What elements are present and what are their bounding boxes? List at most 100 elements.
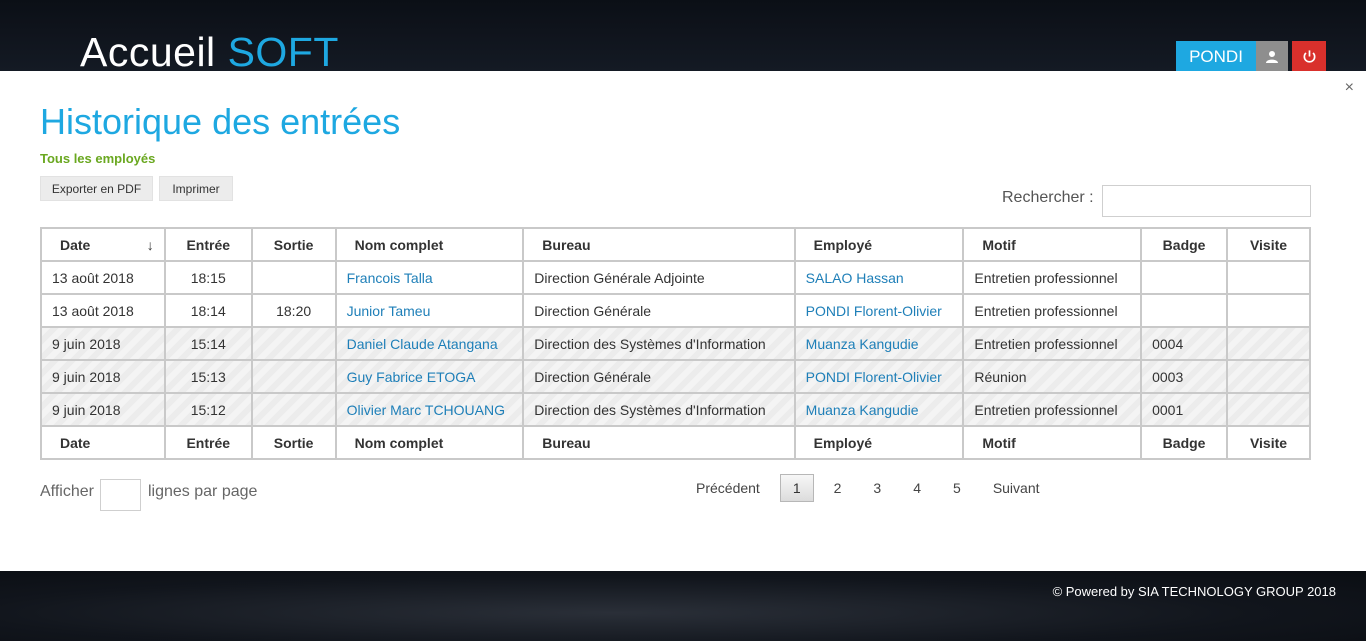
cell-date: 13 août 2018	[40, 260, 166, 295]
entries-table: Date ↓ Entrée Sortie Nom complet Bureau E…	[40, 227, 1311, 460]
cell-date: 9 juin 2018	[40, 326, 166, 361]
cell-bureau: Direction des Systèmes d'Information	[522, 392, 796, 427]
cell-entree: 18:14	[163, 293, 253, 328]
pagination-previous[interactable]: Précédent	[684, 475, 772, 501]
table-row: 9 juin 2018 15:12 Olivier Marc TCHOUANG …	[40, 392, 1311, 427]
pagination-next[interactable]: Suivant	[981, 475, 1052, 501]
col-footer-entree: Entrée	[163, 425, 253, 460]
cell-employe-link[interactable]: PONDI Florent-Olivier	[793, 359, 965, 394]
col-footer-visite: Visite	[1226, 425, 1311, 460]
app-brand: Accueil SOFT	[80, 28, 339, 76]
col-header-date-label: Date	[60, 236, 91, 253]
cell-badge: 0004	[1140, 326, 1229, 361]
cell-sortie	[250, 326, 337, 361]
cell-nom-link[interactable]: Junior Tameu	[334, 293, 525, 328]
brand-part2: SOFT	[227, 29, 339, 75]
search-input[interactable]	[1102, 185, 1311, 217]
table-footer-row: Date Entrée Sortie Nom complet Bureau Em…	[40, 425, 1311, 460]
pagination-page-4[interactable]: 4	[901, 475, 933, 501]
col-header-bureau[interactable]: Bureau	[522, 227, 796, 262]
col-header-sortie[interactable]: Sortie	[250, 227, 337, 262]
user-name-button[interactable]: PONDI	[1176, 41, 1256, 72]
logout-button[interactable]	[1292, 41, 1326, 72]
cell-entree: 15:14	[163, 326, 253, 361]
profile-button[interactable]	[1256, 41, 1288, 72]
cell-employe-link[interactable]: Muanza Kangudie	[793, 326, 965, 361]
pagination-page-2[interactable]: 2	[822, 475, 854, 501]
table-row: 13 août 2018 18:15 Francois Talla Direct…	[40, 260, 1311, 295]
footer-credit: © Powered by SIA TECHNOLOGY GROUP 2018	[1052, 584, 1336, 599]
col-header-badge[interactable]: Badge	[1140, 227, 1229, 262]
cell-badge: 0001	[1140, 392, 1229, 427]
col-header-motif[interactable]: Motif	[962, 227, 1143, 262]
cell-nom-link[interactable]: Guy Fabrice ETOGA	[334, 359, 525, 394]
table-row: 9 juin 2018 15:14 Daniel Claude Atangana…	[40, 326, 1311, 361]
cell-motif: Entretien professionnel	[962, 326, 1143, 361]
col-header-date[interactable]: Date ↓	[40, 227, 166, 262]
show-label: Afficher	[40, 483, 94, 500]
cell-bureau: Direction des Systèmes d'Information	[522, 326, 796, 361]
page-title: Historique des entrées	[40, 101, 401, 142]
sort-down-icon: ↓	[146, 236, 154, 253]
cell-date: 9 juin 2018	[40, 359, 166, 394]
cell-motif: Entretien professionnel	[962, 293, 1143, 328]
rows-per-page-label: lignes par page	[148, 483, 258, 500]
col-header-nom[interactable]: Nom complet	[334, 227, 525, 262]
col-header-visite[interactable]: Visite	[1226, 227, 1311, 262]
cell-nom-link[interactable]: Olivier Marc TCHOUANG	[334, 392, 525, 427]
cell-badge	[1140, 293, 1229, 328]
pagination-page-5[interactable]: 5	[941, 475, 973, 501]
cell-date: 13 août 2018	[40, 293, 166, 328]
cell-nom-link[interactable]: Francois Talla	[334, 260, 525, 295]
export-pdf-button[interactable]: Exporter en PDF	[40, 176, 153, 201]
cell-employe-link[interactable]: SALAO Hassan	[793, 260, 965, 295]
print-button[interactable]: Imprimer	[159, 176, 233, 201]
col-footer-nom: Nom complet	[334, 425, 525, 460]
top-header: Accueil SOFT PONDI	[0, 0, 1366, 75]
power-icon	[1303, 50, 1315, 63]
col-footer-date-label: Date	[60, 434, 91, 451]
col-footer-sortie: Sortie	[250, 425, 337, 460]
search-label: Rechercher :	[1002, 189, 1094, 206]
cell-bureau: Direction Générale Adjointe	[522, 260, 796, 295]
col-footer-bureau: Bureau	[522, 425, 796, 460]
cell-entree: 15:13	[163, 359, 253, 394]
cell-visite	[1226, 293, 1311, 328]
col-header-entree[interactable]: Entrée	[163, 227, 253, 262]
cell-motif: Réunion	[962, 359, 1143, 394]
page-footer: © Powered by SIA TECHNOLOGY GROUP 2018	[0, 571, 1366, 641]
brand-part1: Accueil	[80, 29, 228, 75]
history-modal: × Historique des entrées Tous les employ…	[0, 71, 1366, 571]
cell-sortie	[250, 260, 337, 295]
cell-entree: 18:15	[163, 260, 253, 295]
cell-sortie	[250, 359, 337, 394]
cell-bureau: Direction Générale	[522, 293, 796, 328]
cell-badge	[1140, 260, 1229, 295]
cell-visite	[1226, 359, 1311, 394]
pagination-page-3[interactable]: 3	[861, 475, 893, 501]
cell-visite	[1226, 326, 1311, 361]
col-footer-badge: Badge	[1140, 425, 1229, 460]
cell-employe-link[interactable]: Muanza Kangudie	[793, 392, 965, 427]
close-icon[interactable]: ×	[1345, 79, 1354, 97]
cell-motif: Entretien professionnel	[962, 260, 1143, 295]
cell-entree: 15:12	[163, 392, 253, 427]
rows-per-page-input[interactable]	[100, 479, 141, 511]
col-footer-employe: Employé	[793, 425, 965, 460]
col-footer-date: Date	[40, 425, 166, 460]
table-header-row: Date ↓ Entrée Sortie Nom complet Bureau E…	[40, 227, 1311, 262]
pagination-page-1[interactable]: 1	[779, 474, 814, 502]
cell-bureau: Direction Générale	[522, 359, 796, 394]
cell-visite	[1226, 260, 1311, 295]
col-header-employe[interactable]: Employé	[793, 227, 965, 262]
pagination: Précédent 1 2 3 4 5 Suivant	[680, 473, 1056, 503]
table-row: 13 août 2018 18:14 18:20 Junior Tameu Di…	[40, 293, 1311, 328]
cell-sortie	[250, 392, 337, 427]
cell-date: 9 juin 2018	[40, 392, 166, 427]
cell-badge: 0003	[1140, 359, 1229, 394]
cell-employe-link[interactable]: PONDI Florent-Olivier	[793, 293, 965, 328]
table-row: 9 juin 2018 15:13 Guy Fabrice ETOGA Dire…	[40, 359, 1311, 394]
cell-nom-link[interactable]: Daniel Claude Atangana	[334, 326, 525, 361]
user-icon	[1266, 50, 1278, 63]
filter-subtitle: Tous les employés	[40, 151, 156, 166]
